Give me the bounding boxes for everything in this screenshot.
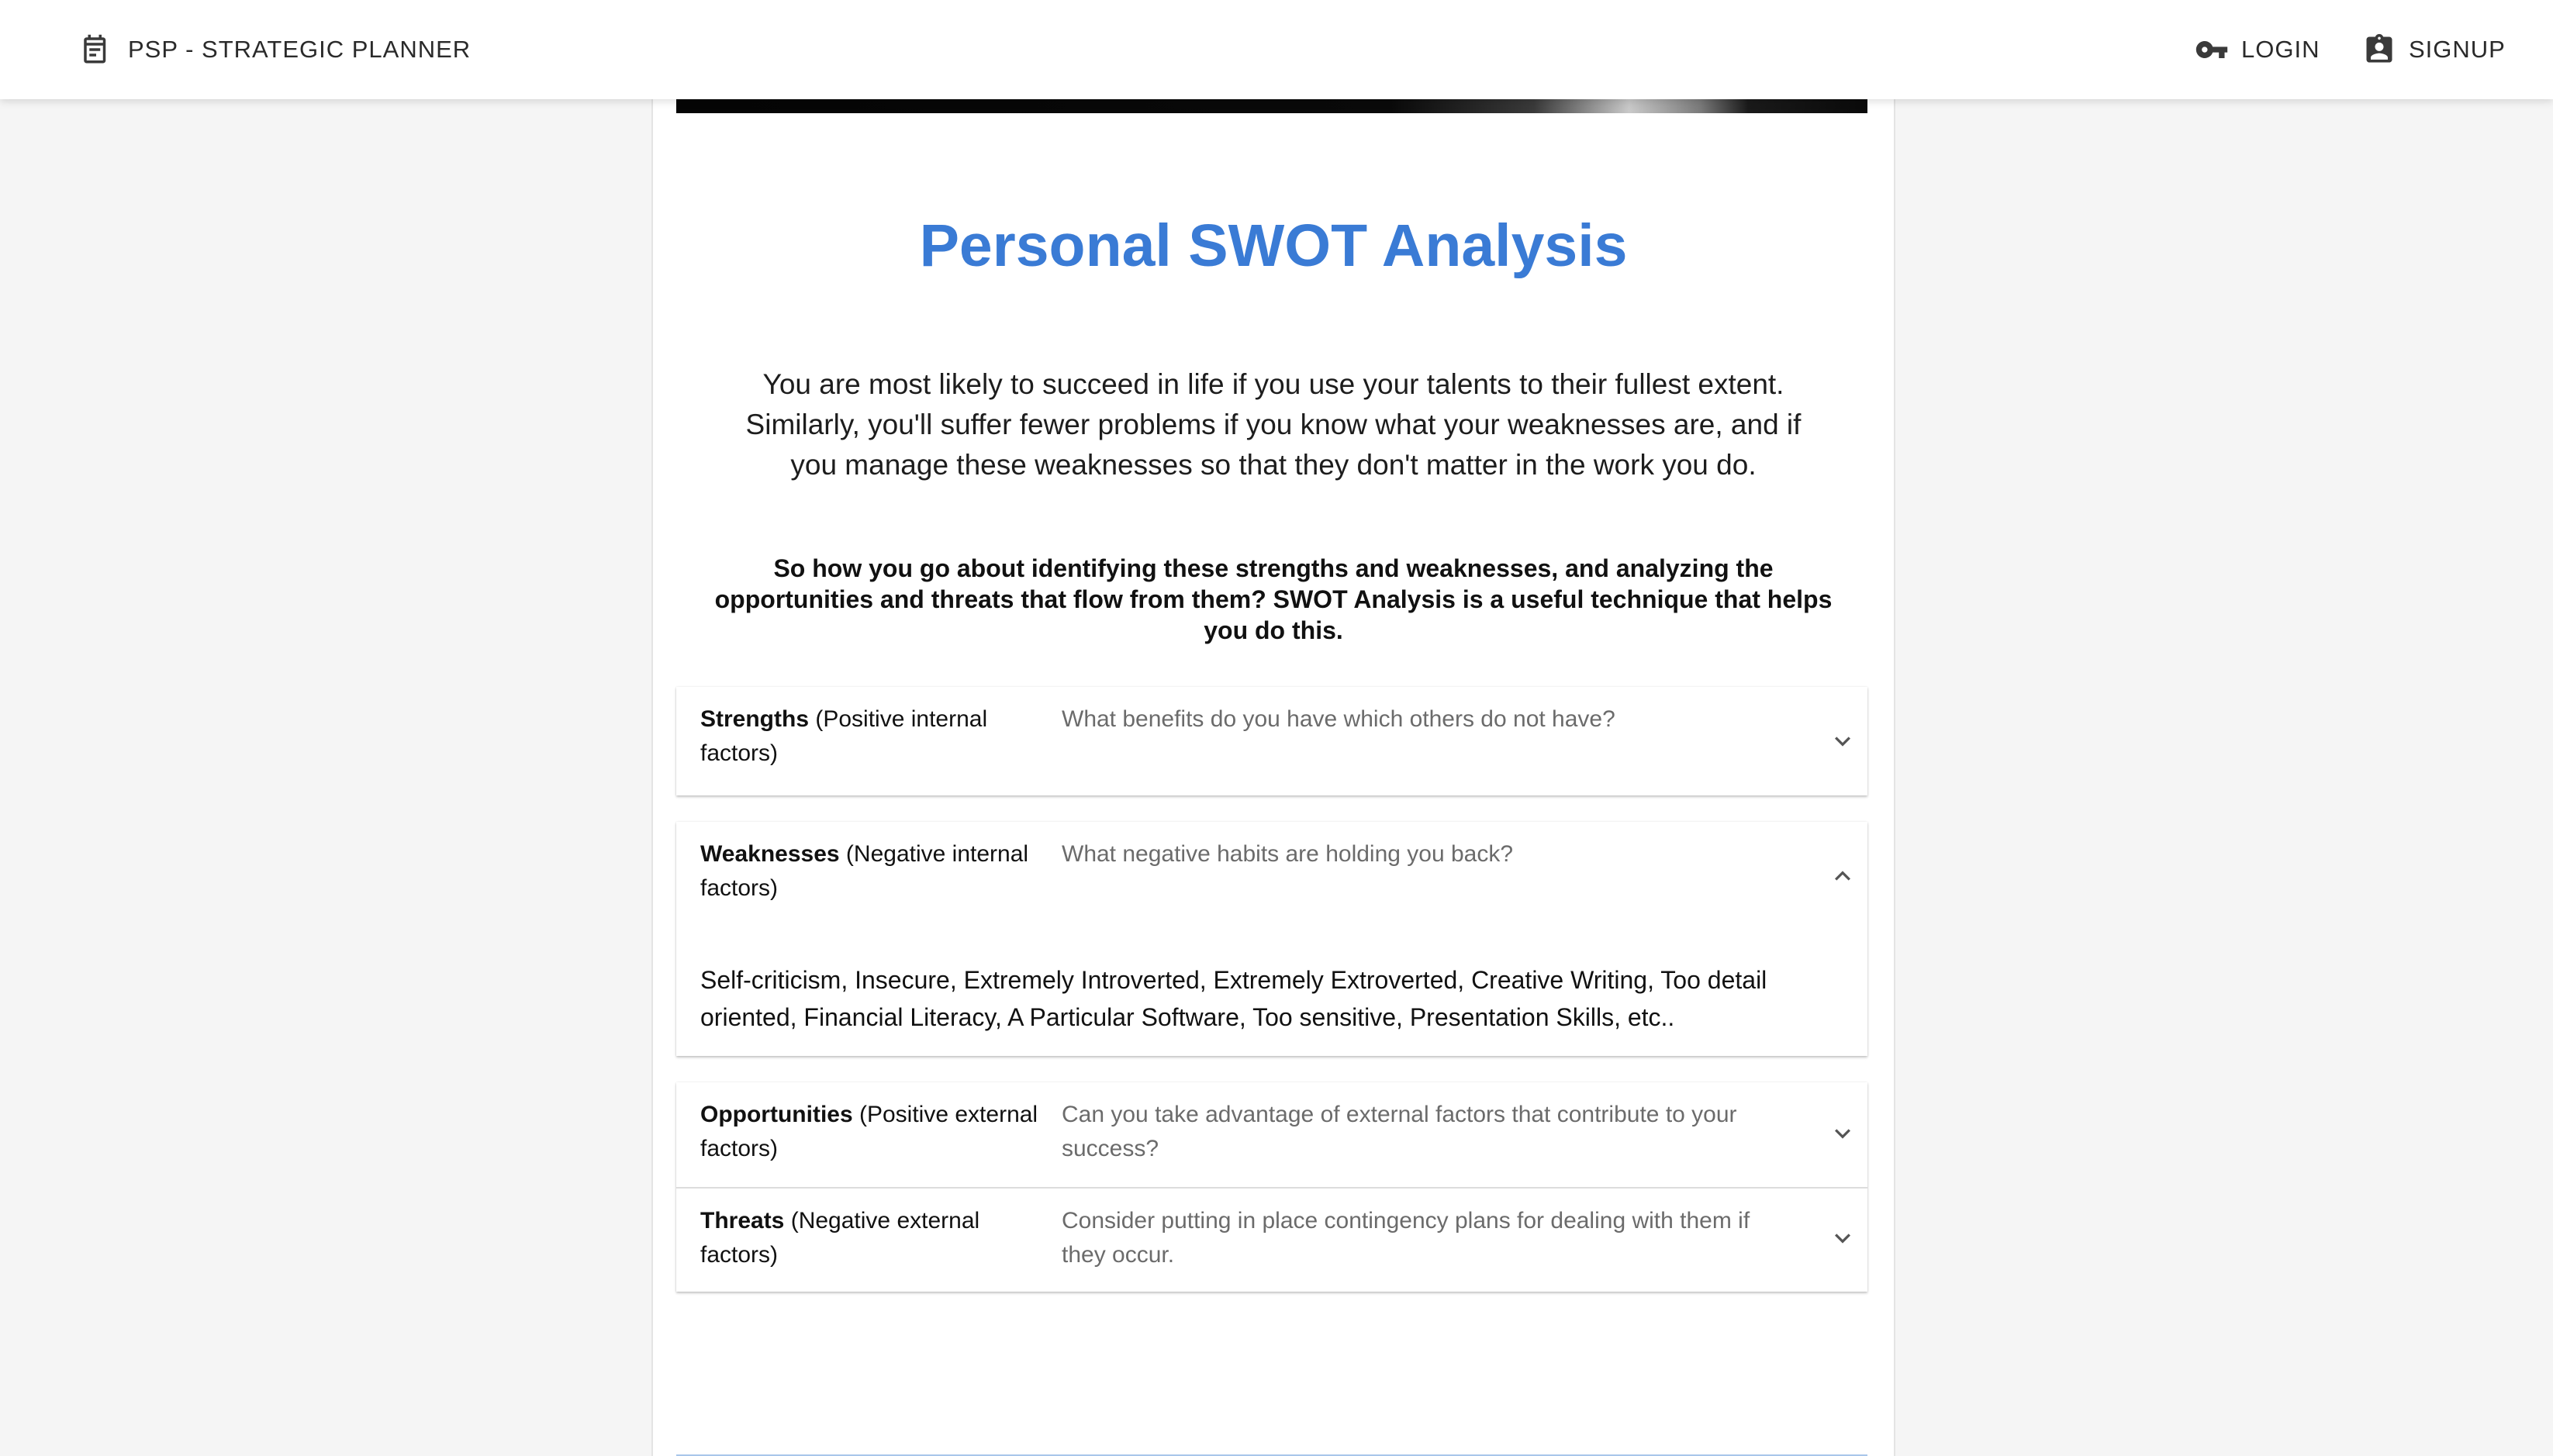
chevron-down-icon[interactable] xyxy=(1827,726,1858,757)
accordion-title: Strengths (Positive internal factors) xyxy=(700,706,988,766)
signup-button[interactable]: SIGNUP xyxy=(2362,0,2506,99)
accordion-title: Opportunities (Positive external factors… xyxy=(700,1102,1038,1161)
calendar-icon xyxy=(84,34,106,64)
intro-paragraph: You are most likely to succeed in life i… xyxy=(745,368,1802,481)
page-title: Personal SWOT Analysis xyxy=(919,212,1628,279)
accordion-group-external: Opportunities (Positive external factors… xyxy=(676,1082,1867,1292)
login-button[interactable]: LOGIN xyxy=(2195,0,2320,99)
accordion-weaknesses-header[interactable]: Weaknesses (Negative internal factors) W… xyxy=(676,822,1867,930)
app-bar: PSP - STRATEGIC PLANNER LOGIN SIGNUP xyxy=(0,0,2553,99)
accordion-question: Can you take advantage of external facto… xyxy=(1062,1102,1737,1161)
login-label: LOGIN xyxy=(2241,36,2320,63)
accordion-threats-header[interactable]: Threats (Negative external factors) Cons… xyxy=(676,1189,1867,1292)
brand-title: PSP - STRATEGIC PLANNER xyxy=(128,36,472,63)
accordion-opportunities-header[interactable]: Opportunities (Positive external factors… xyxy=(676,1082,1867,1187)
accordion-question: What negative habits are holding you bac… xyxy=(1062,841,1514,867)
signup-label: SIGNUP xyxy=(2409,36,2506,63)
chevron-down-icon[interactable] xyxy=(1827,1223,1858,1254)
accordion-title: Weaknesses (Negative internal factors) xyxy=(700,841,1029,901)
accordion-question: Consider putting in place contingency pl… xyxy=(1062,1208,1750,1268)
chevron-down-icon[interactable] xyxy=(1827,1118,1858,1149)
chevron-up-icon[interactable] xyxy=(1827,861,1858,892)
accordion-weaknesses: Weaknesses (Negative internal factors) W… xyxy=(676,822,1867,1056)
accordion-details: Self-criticism, Insecure, Extremely Intr… xyxy=(700,966,1767,1031)
header-image xyxy=(676,99,1867,113)
key-icon xyxy=(2195,41,2228,58)
content-card: Personal SWOT Analysis You are most like… xyxy=(651,99,1895,1456)
accordion-strengths-header[interactable]: Strengths (Positive internal factors) Wh… xyxy=(676,687,1867,795)
accordion-question: What benefits do you have which others d… xyxy=(1062,706,1615,732)
accordion-title: Threats (Negative external factors) xyxy=(700,1208,980,1268)
accordion-strengths: Strengths (Positive internal factors) Wh… xyxy=(676,687,1867,795)
contact-badge-icon xyxy=(2366,33,2392,63)
brand[interactable]: PSP - STRATEGIC PLANNER xyxy=(80,0,471,99)
lead-paragraph: So how you go about identifying these st… xyxy=(714,554,1833,644)
